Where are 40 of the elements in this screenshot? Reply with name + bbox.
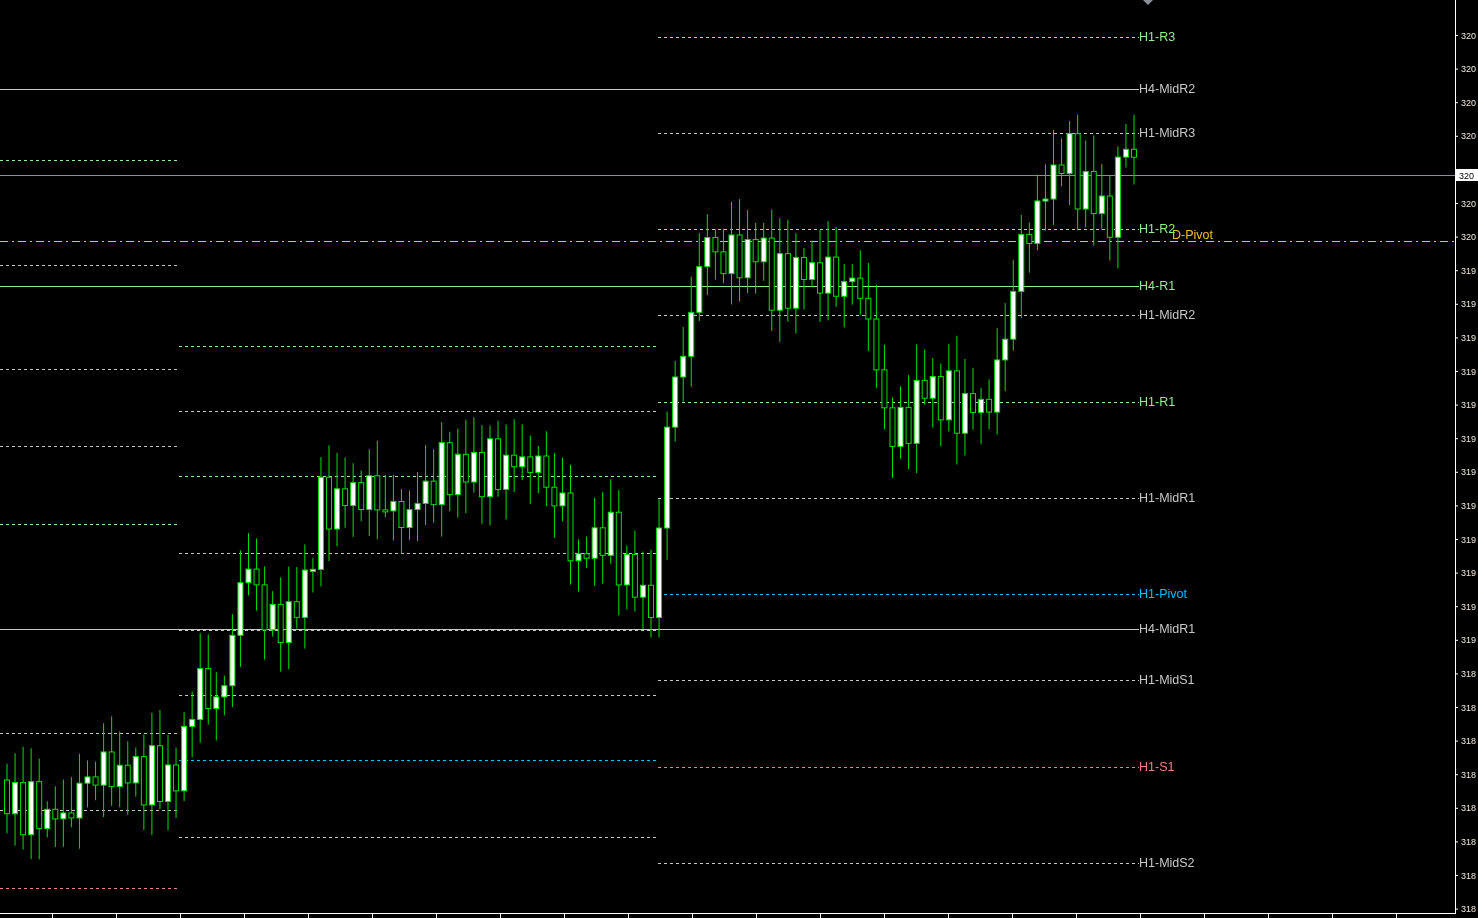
level-label: H1-R1	[1139, 395, 1176, 409]
price-label: 319	[1461, 299, 1477, 310]
marker-icon	[1143, 0, 1153, 5]
price-label: 320	[1461, 64, 1477, 75]
price-label: 319	[1461, 467, 1477, 478]
price-label: 320	[1461, 232, 1477, 243]
price-label: 319	[1461, 265, 1477, 276]
level-label: H1-S1	[1139, 760, 1175, 774]
price-label: 319	[1461, 635, 1477, 646]
level-label: H1-MidR3	[1139, 126, 1196, 140]
price-label: 320	[1461, 131, 1477, 142]
price-label: 319	[1461, 601, 1477, 612]
price-label: 318	[1461, 769, 1477, 780]
price-label: 319	[1461, 400, 1477, 411]
price-label: 318	[1461, 870, 1477, 881]
current-price-badge: 320	[1456, 169, 1478, 181]
price-label: 318	[1461, 668, 1477, 679]
level-label: H4-MidR1	[1139, 622, 1196, 636]
price-label: 320	[1461, 97, 1477, 108]
price-label: 319	[1461, 534, 1477, 545]
price-label: 318	[1461, 904, 1477, 915]
price-label: 319	[1461, 500, 1477, 511]
price-label: 318	[1461, 702, 1477, 713]
level-label: H1-Pivot	[1139, 587, 1187, 601]
level-label: H1-MidS1	[1139, 673, 1195, 687]
level-label: H1-MidR1	[1139, 491, 1196, 505]
level-label: H4-R1	[1139, 279, 1176, 293]
price-label: 319	[1461, 568, 1477, 579]
level-label: H1-R3	[1139, 30, 1176, 44]
price-label: 319	[1461, 332, 1477, 343]
price-label: 318	[1461, 836, 1477, 847]
price-label: 320	[1461, 30, 1477, 41]
level-label: H1-MidS2	[1139, 856, 1195, 870]
price-label: 319	[1461, 433, 1477, 444]
price-label: 318	[1461, 736, 1477, 747]
level-label: H1-MidR2	[1139, 308, 1196, 322]
price-label: 319	[1461, 366, 1477, 377]
price-label: 320	[1461, 198, 1477, 209]
level-label: H4-MidR2	[1139, 82, 1196, 96]
price-label: 318	[1461, 803, 1477, 814]
